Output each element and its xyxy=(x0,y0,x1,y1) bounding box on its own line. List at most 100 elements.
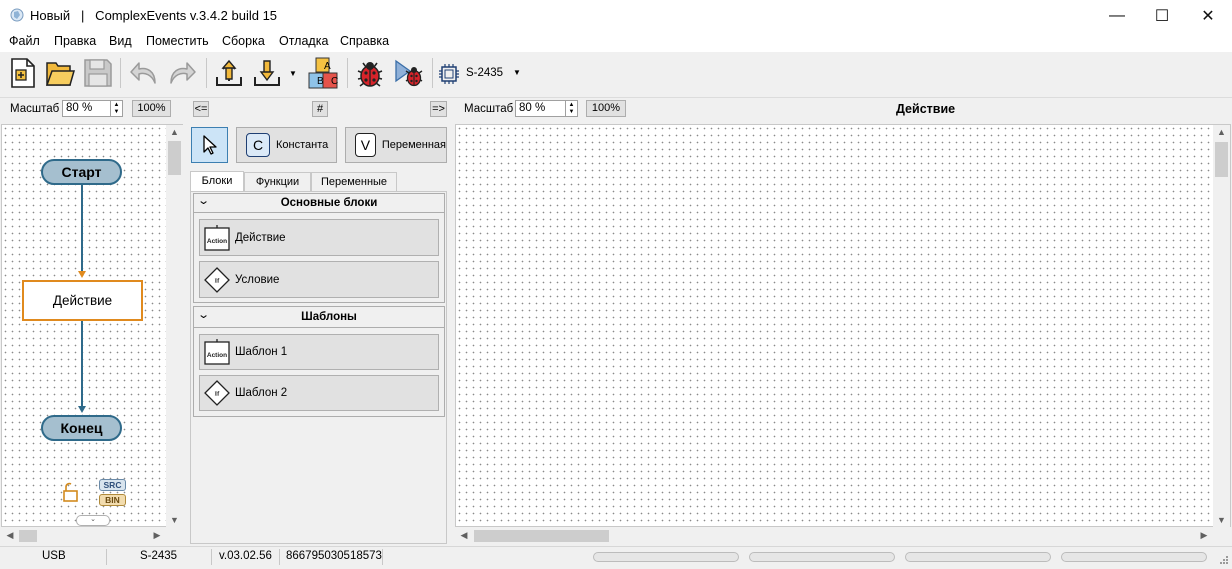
block-template-1-label: Шаблон 1 xyxy=(235,346,288,358)
status-separator xyxy=(279,549,280,565)
progress-bar xyxy=(905,552,1051,562)
undo-icon xyxy=(130,62,156,84)
tab-variables[interactable]: Переменные xyxy=(311,172,397,191)
minimize-button[interactable]: — xyxy=(1094,0,1140,31)
menu-insert[interactable]: Поместить xyxy=(146,34,209,48)
right-zoom-reset-button[interactable]: 100% xyxy=(586,100,626,117)
scroll-down-arrow-icon[interactable]: ▼ xyxy=(1213,513,1230,527)
scroll-left-arrow-icon[interactable]: ◀ xyxy=(457,529,471,542)
group-templates-title: Шаблоны xyxy=(301,311,357,323)
left-zoom-spinbox[interactable]: 80 % ▲ ▼ xyxy=(62,100,123,117)
upload-button[interactable] xyxy=(211,55,247,91)
right-vertical-scrollbar[interactable] xyxy=(1213,125,1230,527)
flow-end-node[interactable]: Конец xyxy=(41,415,122,441)
block-letter-a: A xyxy=(324,61,331,72)
app-icon xyxy=(10,8,24,22)
redo-button[interactable] xyxy=(164,55,200,91)
group-basic-title: Основные блоки xyxy=(280,197,378,209)
block-condition[interactable]: If Условие xyxy=(199,261,439,298)
right-vertical-thumb[interactable] xyxy=(1215,142,1228,177)
scroll-left-arrow-icon[interactable]: ◀ xyxy=(3,529,17,542)
status-separator xyxy=(382,549,383,565)
svg-text:If: If xyxy=(215,391,221,398)
resize-grip-icon[interactable] xyxy=(1218,554,1229,565)
bin-badge[interactable]: BIN xyxy=(99,494,126,506)
maximize-button[interactable]: ☐ xyxy=(1139,0,1185,31)
menu-build[interactable]: Сборка xyxy=(222,34,265,48)
block-action[interactable]: Action Действие xyxy=(199,219,439,256)
variable-tool-label: Переменная xyxy=(381,139,446,151)
condition-block-icon: If xyxy=(204,266,230,293)
pointer-tool-button[interactable] xyxy=(191,127,228,163)
arrow-head-icon xyxy=(78,271,86,278)
flow-action-node[interactable]: Действие xyxy=(22,280,143,321)
constant-tool-button[interactable]: C Константа xyxy=(236,127,337,163)
scroll-down-arrow-icon[interactable]: ▼ xyxy=(166,513,183,527)
collapse-chevron-icon[interactable]: ⌄ xyxy=(197,194,210,207)
block-template-1[interactable]: Action Шаблон 1 xyxy=(199,334,439,370)
scroll-right-arrow-icon[interactable]: ▶ xyxy=(1197,529,1211,542)
src-badge[interactable]: SRC xyxy=(99,479,126,491)
group-divider xyxy=(193,327,445,328)
left-zoom-reset-button[interactable]: 100% xyxy=(132,100,171,117)
variable-tool-button[interactable]: V Переменная xyxy=(345,127,447,163)
expand-chevron-icon[interactable]: ⌄ xyxy=(76,515,110,526)
left-vertical-scrollbar[interactable] xyxy=(166,125,183,527)
debug-run-button[interactable] xyxy=(391,55,427,91)
block-template-2[interactable]: If Шаблон 2 xyxy=(199,375,439,411)
svg-text:Action: Action xyxy=(207,238,227,245)
device-name[interactable]: S-2435 xyxy=(466,67,503,79)
scroll-right-arrow-icon[interactable]: ▶ xyxy=(150,529,164,542)
menu-help[interactable]: Справка xyxy=(340,34,389,48)
condition-block-icon: If xyxy=(204,380,230,406)
scroll-up-arrow-icon[interactable]: ▲ xyxy=(166,125,183,139)
download-dropdown-arrow-icon[interactable]: ▼ xyxy=(289,69,297,78)
device-dropdown-arrow-icon[interactable]: ▼ xyxy=(513,68,521,77)
abc-blocks-button[interactable]: A B C xyxy=(305,55,341,91)
status-serial: 866795030518573 xyxy=(286,550,382,562)
flow-connector xyxy=(81,321,83,409)
menu-file[interactable]: Файл xyxy=(9,34,40,48)
open-file-button[interactable] xyxy=(42,55,78,91)
editor-canvas[interactable] xyxy=(455,124,1231,527)
save-button[interactable] xyxy=(80,55,116,91)
status-port: USB xyxy=(42,550,66,562)
collapse-chevron-icon[interactable]: ⌄ xyxy=(197,308,210,321)
undo-button[interactable] xyxy=(126,55,162,91)
block-condition-label: Условие xyxy=(235,273,280,286)
tab-blocks[interactable]: Блоки xyxy=(190,171,244,191)
chip-icon xyxy=(439,64,459,84)
redo-icon xyxy=(170,62,196,84)
debug-button[interactable] xyxy=(352,55,388,91)
cursor-arrow-icon xyxy=(202,135,217,155)
left-horizontal-thumb[interactable] xyxy=(19,530,37,542)
download-button[interactable] xyxy=(249,55,285,91)
menu-debug[interactable]: Отладка xyxy=(279,34,328,48)
unlock-icon[interactable] xyxy=(62,482,80,502)
left-vertical-thumb[interactable] xyxy=(168,141,181,175)
new-file-button[interactable] xyxy=(5,55,41,91)
block-template-2-label: Шаблон 2 xyxy=(235,387,288,399)
svg-text:If: If xyxy=(215,277,221,284)
scroll-up-arrow-icon[interactable]: ▲ xyxy=(1213,125,1230,139)
left-zoom-label: Масштаб xyxy=(10,103,60,115)
nav-left-button[interactable]: <= xyxy=(193,101,209,117)
arrow-head-icon xyxy=(78,406,86,413)
spin-arrows-icon[interactable]: ▲ ▼ xyxy=(110,100,122,117)
tab-functions[interactable]: Функции xyxy=(244,172,311,191)
action-block-icon: Action xyxy=(204,339,230,365)
spin-arrows-icon[interactable]: ▲ ▼ xyxy=(565,100,577,117)
nav-right-button[interactable]: => xyxy=(430,101,447,117)
right-zoom-value[interactable]: 80 % xyxy=(519,102,545,114)
menu-edit[interactable]: Правка xyxy=(54,34,96,48)
flow-start-node[interactable]: Старт xyxy=(41,159,122,185)
right-zoom-spinbox[interactable]: 80 % ▲ ▼ xyxy=(515,100,578,117)
status-separator xyxy=(106,549,107,565)
grid-button[interactable]: # xyxy=(312,101,328,117)
right-horizontal-thumb[interactable] xyxy=(474,530,609,542)
flow-connector xyxy=(81,184,83,274)
device-select[interactable] xyxy=(438,64,462,84)
menu-view[interactable]: Вид xyxy=(109,34,132,48)
left-zoom-value[interactable]: 80 % xyxy=(66,102,92,114)
close-button[interactable]: ✕ xyxy=(1185,0,1231,31)
